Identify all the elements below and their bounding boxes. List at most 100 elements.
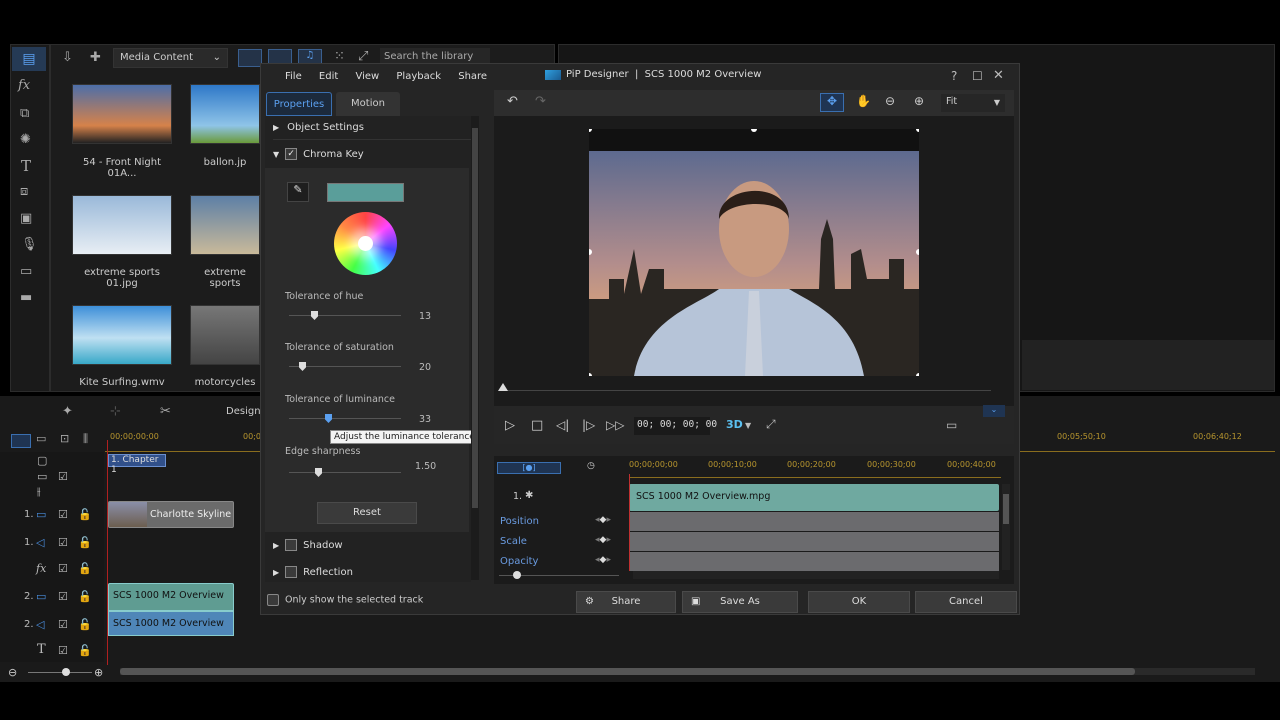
chevron-down-icon[interactable]: ▼ (745, 421, 751, 430)
lock-icon[interactable]: 🔓 (78, 644, 92, 657)
timeline-audio-clip[interactable]: SCS 1000 M2 Overview (108, 611, 234, 636)
properties-scrollbar[interactable] (471, 116, 479, 580)
scissors-icon[interactable]: ✂ (160, 404, 171, 419)
add-keyframe-icon[interactable]: ◂◆▸ (595, 535, 611, 545)
saturation-tolerance-slider[interactable] (289, 362, 401, 371)
menu-file[interactable]: File (285, 71, 302, 82)
scrubber-handle[interactable] (498, 383, 508, 391)
clock-icon[interactable]: ◷ (587, 461, 595, 471)
timeline-zoom-slider[interactable] (28, 668, 92, 676)
zoom-out-icon[interactable]: ⊖ (885, 94, 895, 108)
split-icon[interactable]: ⊹ (110, 404, 121, 419)
import-icon[interactable]: ⇩ (62, 50, 73, 65)
slider-knob[interactable] (513, 571, 521, 579)
lock-icon[interactable]: 🔓 (78, 508, 92, 521)
eyedropper-button[interactable]: ✎ (287, 182, 309, 202)
media-content-dropdown[interactable]: Media Content ⌄ (113, 48, 228, 68)
track-enable-checkbox[interactable]: ☑ (58, 644, 68, 657)
cancel-button[interactable]: Cancel (915, 591, 1017, 613)
only-selected-checkbox[interactable] (267, 594, 279, 606)
chroma-key-section[interactable]: ▼ ✓ Chroma Key (273, 143, 473, 167)
save-as-button[interactable]: ▣ Save As (682, 591, 798, 613)
fast-forward-icon[interactable]: ▷▷ (606, 418, 624, 432)
edge-sharpness-slider[interactable] (289, 468, 401, 477)
ok-button[interactable]: OK (808, 591, 910, 613)
kf-lane[interactable] (629, 532, 999, 551)
object-settings-section[interactable]: ▶ Object Settings (273, 116, 473, 140)
hue-tolerance-slider[interactable] (289, 311, 401, 320)
track-enable-checkbox[interactable]: ☑ (58, 618, 68, 631)
zoom-dropdown[interactable]: Fit ▼ (941, 94, 1005, 112)
reflection-checkbox[interactable] (285, 566, 298, 578)
hand-tool-icon[interactable]: ✋ (856, 94, 871, 108)
track-enable-checkbox[interactable]: ☑ (58, 562, 68, 575)
checkbox[interactable]: ☑ (58, 470, 68, 483)
audio-mix-icon[interactable]: ▬ (20, 290, 32, 305)
track-enable-checkbox[interactable]: ☑ (58, 536, 68, 549)
kf-zoom-slider[interactable] (499, 571, 619, 579)
grid-view-icon[interactable]: ⁙ (334, 49, 345, 64)
kf-row-scale[interactable]: Scale ◂◆▸ (494, 532, 999, 551)
plugin-icon[interactable]: ✚ (90, 50, 101, 65)
luminance-tolerance-slider[interactable] (289, 414, 401, 423)
play-icon[interactable]: ▷ (505, 418, 515, 433)
keyframe-view-button[interactable]: [●] (497, 462, 561, 474)
color-wheel[interactable] (334, 212, 397, 275)
fit-icon[interactable]: ⊡ (60, 432, 69, 445)
undo-icon[interactable]: ↶ (507, 94, 518, 109)
timecode[interactable]: 00; 00; 00; 00 (634, 417, 717, 435)
kf-horizontal-scrollbar[interactable] (633, 571, 999, 579)
kf-lane[interactable] (629, 552, 999, 571)
subtitle-icon[interactable]: ▭ (20, 264, 32, 279)
menu-edit[interactable]: Edit (319, 71, 338, 82)
stop-icon[interactable]: □ (531, 418, 543, 433)
select-tool-icon[interactable]: ✥ (820, 93, 844, 112)
fx-icon[interactable]: fx (18, 78, 30, 93)
redo-icon[interactable]: ↷ (535, 94, 546, 109)
transition-icon[interactable]: ⧈ (20, 184, 28, 199)
title-icon[interactable]: T (21, 157, 31, 175)
media-thumb[interactable] (190, 195, 260, 255)
help-icon[interactable]: ? (951, 69, 957, 83)
designer-menu[interactable]: Design (226, 406, 261, 417)
lock-icon[interactable]: 🔓 (78, 562, 92, 575)
kf-row-position[interactable]: Position ◂◆▸ (494, 512, 999, 531)
preview-scrubber[interactable] (498, 383, 991, 391)
voice-icon[interactable]: 🎙 (21, 237, 38, 252)
chapter-icon[interactable]: ▣ (20, 211, 32, 226)
kf-playhead[interactable] (629, 474, 630, 571)
scroll-thumb[interactable] (120, 668, 1135, 675)
media-thumb[interactable] (72, 195, 172, 255)
zoom-in-icon[interactable]: ⊕ (94, 666, 103, 679)
magic-tool-icon[interactable]: ✦ (62, 404, 73, 419)
video-frame[interactable] (589, 129, 919, 376)
chapter-marker[interactable]: 1. Chapter 1 (108, 454, 166, 475)
maximize-icon[interactable]: ☐ (972, 69, 983, 83)
shadow-section[interactable]: ▶ Shadow (273, 534, 473, 558)
expand-icon[interactable]: ⤢ (358, 49, 368, 64)
kf-clip[interactable]: SCS 1000 M2 Overview.mpg (629, 484, 999, 511)
timeline-view-button[interactable] (11, 434, 31, 448)
menu-view[interactable]: View (355, 71, 379, 82)
reset-button[interactable]: Reset (317, 502, 417, 524)
timeline-scrollbar[interactable] (120, 668, 1255, 675)
scroll-thumb[interactable] (472, 128, 478, 508)
fullscreen-icon[interactable]: ⤢ (766, 417, 776, 432)
menu-playback[interactable]: Playback (396, 71, 441, 82)
lock-icon[interactable]: 🔓 (78, 590, 92, 603)
media-thumb[interactable] (190, 84, 260, 144)
tab-properties[interactable]: Properties (266, 92, 332, 116)
reflection-section[interactable]: ▶ Reflection (273, 561, 473, 585)
kf-row-opacity[interactable]: Opacity ◂◆▸ (494, 552, 999, 571)
only-selected-option[interactable]: Only show the selected track (267, 594, 423, 606)
safe-zone-icon[interactable]: ▭ (946, 418, 957, 432)
collapse-preview-button[interactable]: ⌄ (983, 405, 1005, 417)
lock-icon[interactable]: 🔓 (78, 536, 92, 549)
particle-icon[interactable]: ✺ (20, 132, 31, 147)
media-room-icon[interactable]: ▤ (12, 47, 46, 71)
media-thumb[interactable] (72, 84, 172, 144)
add-keyframe-icon[interactable]: ◂◆▸ (595, 555, 611, 565)
previous-frame-icon[interactable]: ◁| (556, 418, 569, 432)
timeline-clip[interactable]: SCS 1000 M2 Overview (108, 583, 234, 611)
media-thumb[interactable] (72, 305, 172, 365)
